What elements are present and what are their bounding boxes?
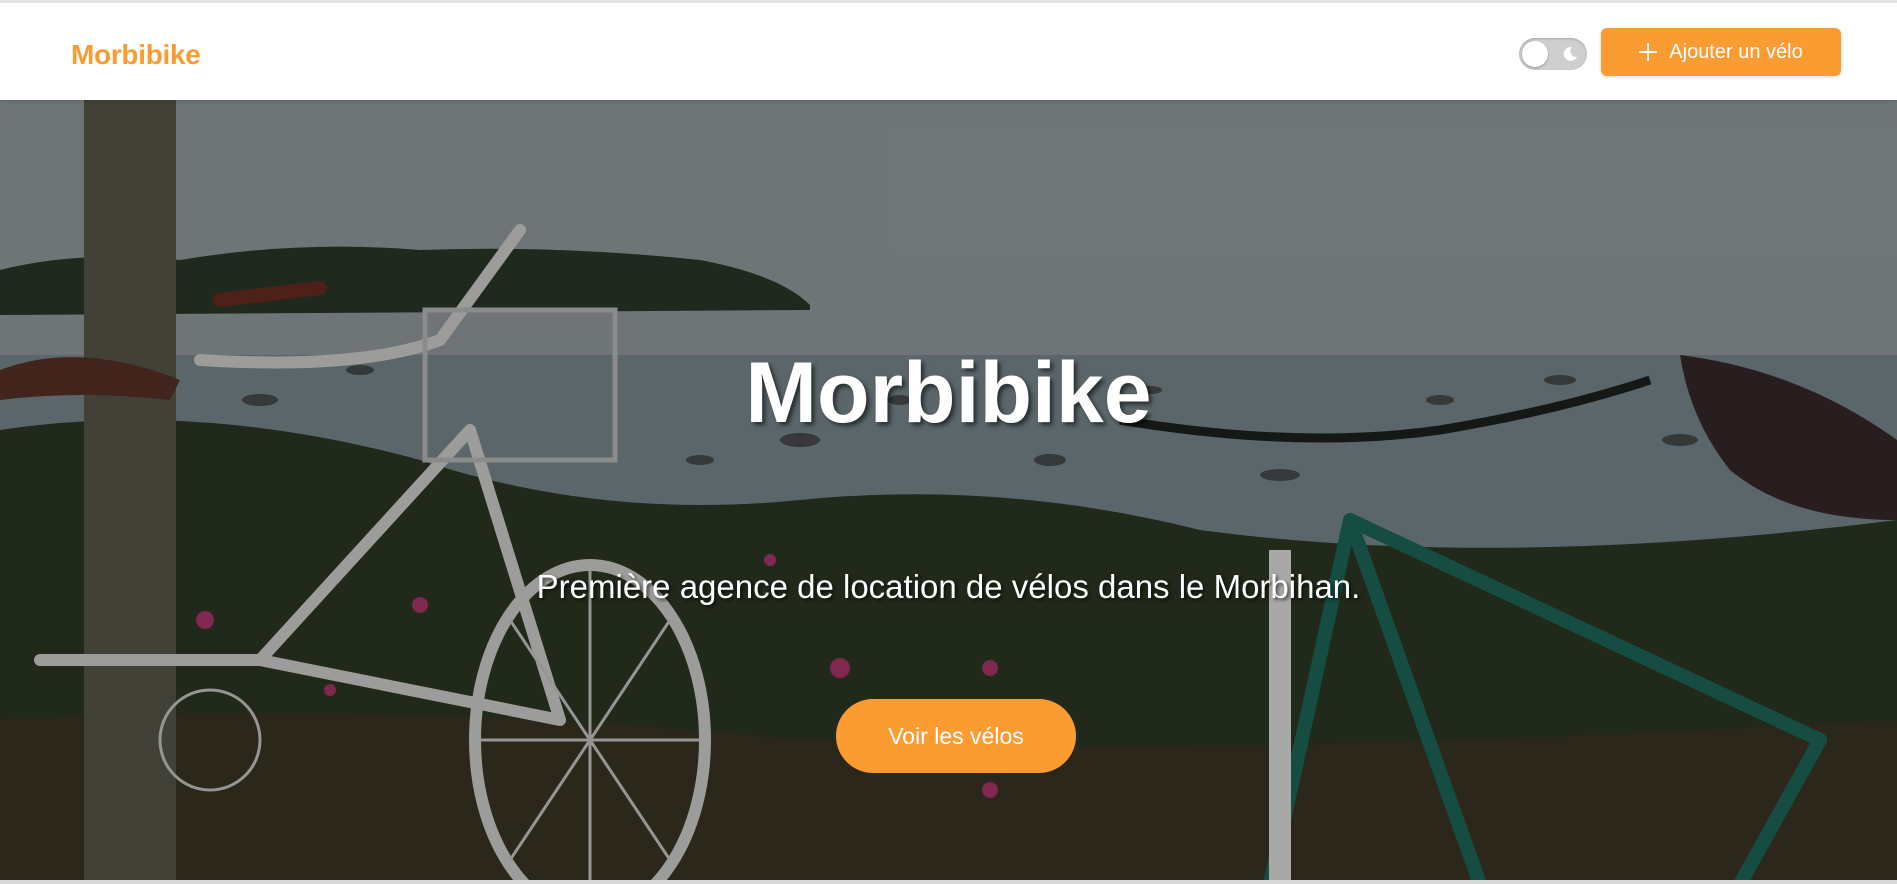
hero-section: Morbibike Première agence de location de…: [0, 100, 1897, 884]
hero-subtitle: Première agence de location de vélos dan…: [536, 568, 1361, 605]
hero-title: Morbibike: [745, 345, 1152, 441]
add-bike-label: Ajouter un vélo: [1669, 40, 1803, 63]
moon-icon: [1563, 46, 1577, 61]
bottom-divider: [0, 880, 1897, 884]
theme-toggle[interactable]: [1519, 38, 1587, 70]
navbar: Morbibike Ajouter un vélo: [0, 3, 1897, 100]
plus-icon: [1639, 43, 1658, 61]
add-bike-button[interactable]: Ajouter un vélo: [1601, 28, 1841, 76]
toggle-knob: [1522, 41, 1548, 67]
brand-logo[interactable]: Morbibike: [71, 39, 201, 71]
view-bikes-button[interactable]: Voir les vélos: [836, 699, 1076, 773]
